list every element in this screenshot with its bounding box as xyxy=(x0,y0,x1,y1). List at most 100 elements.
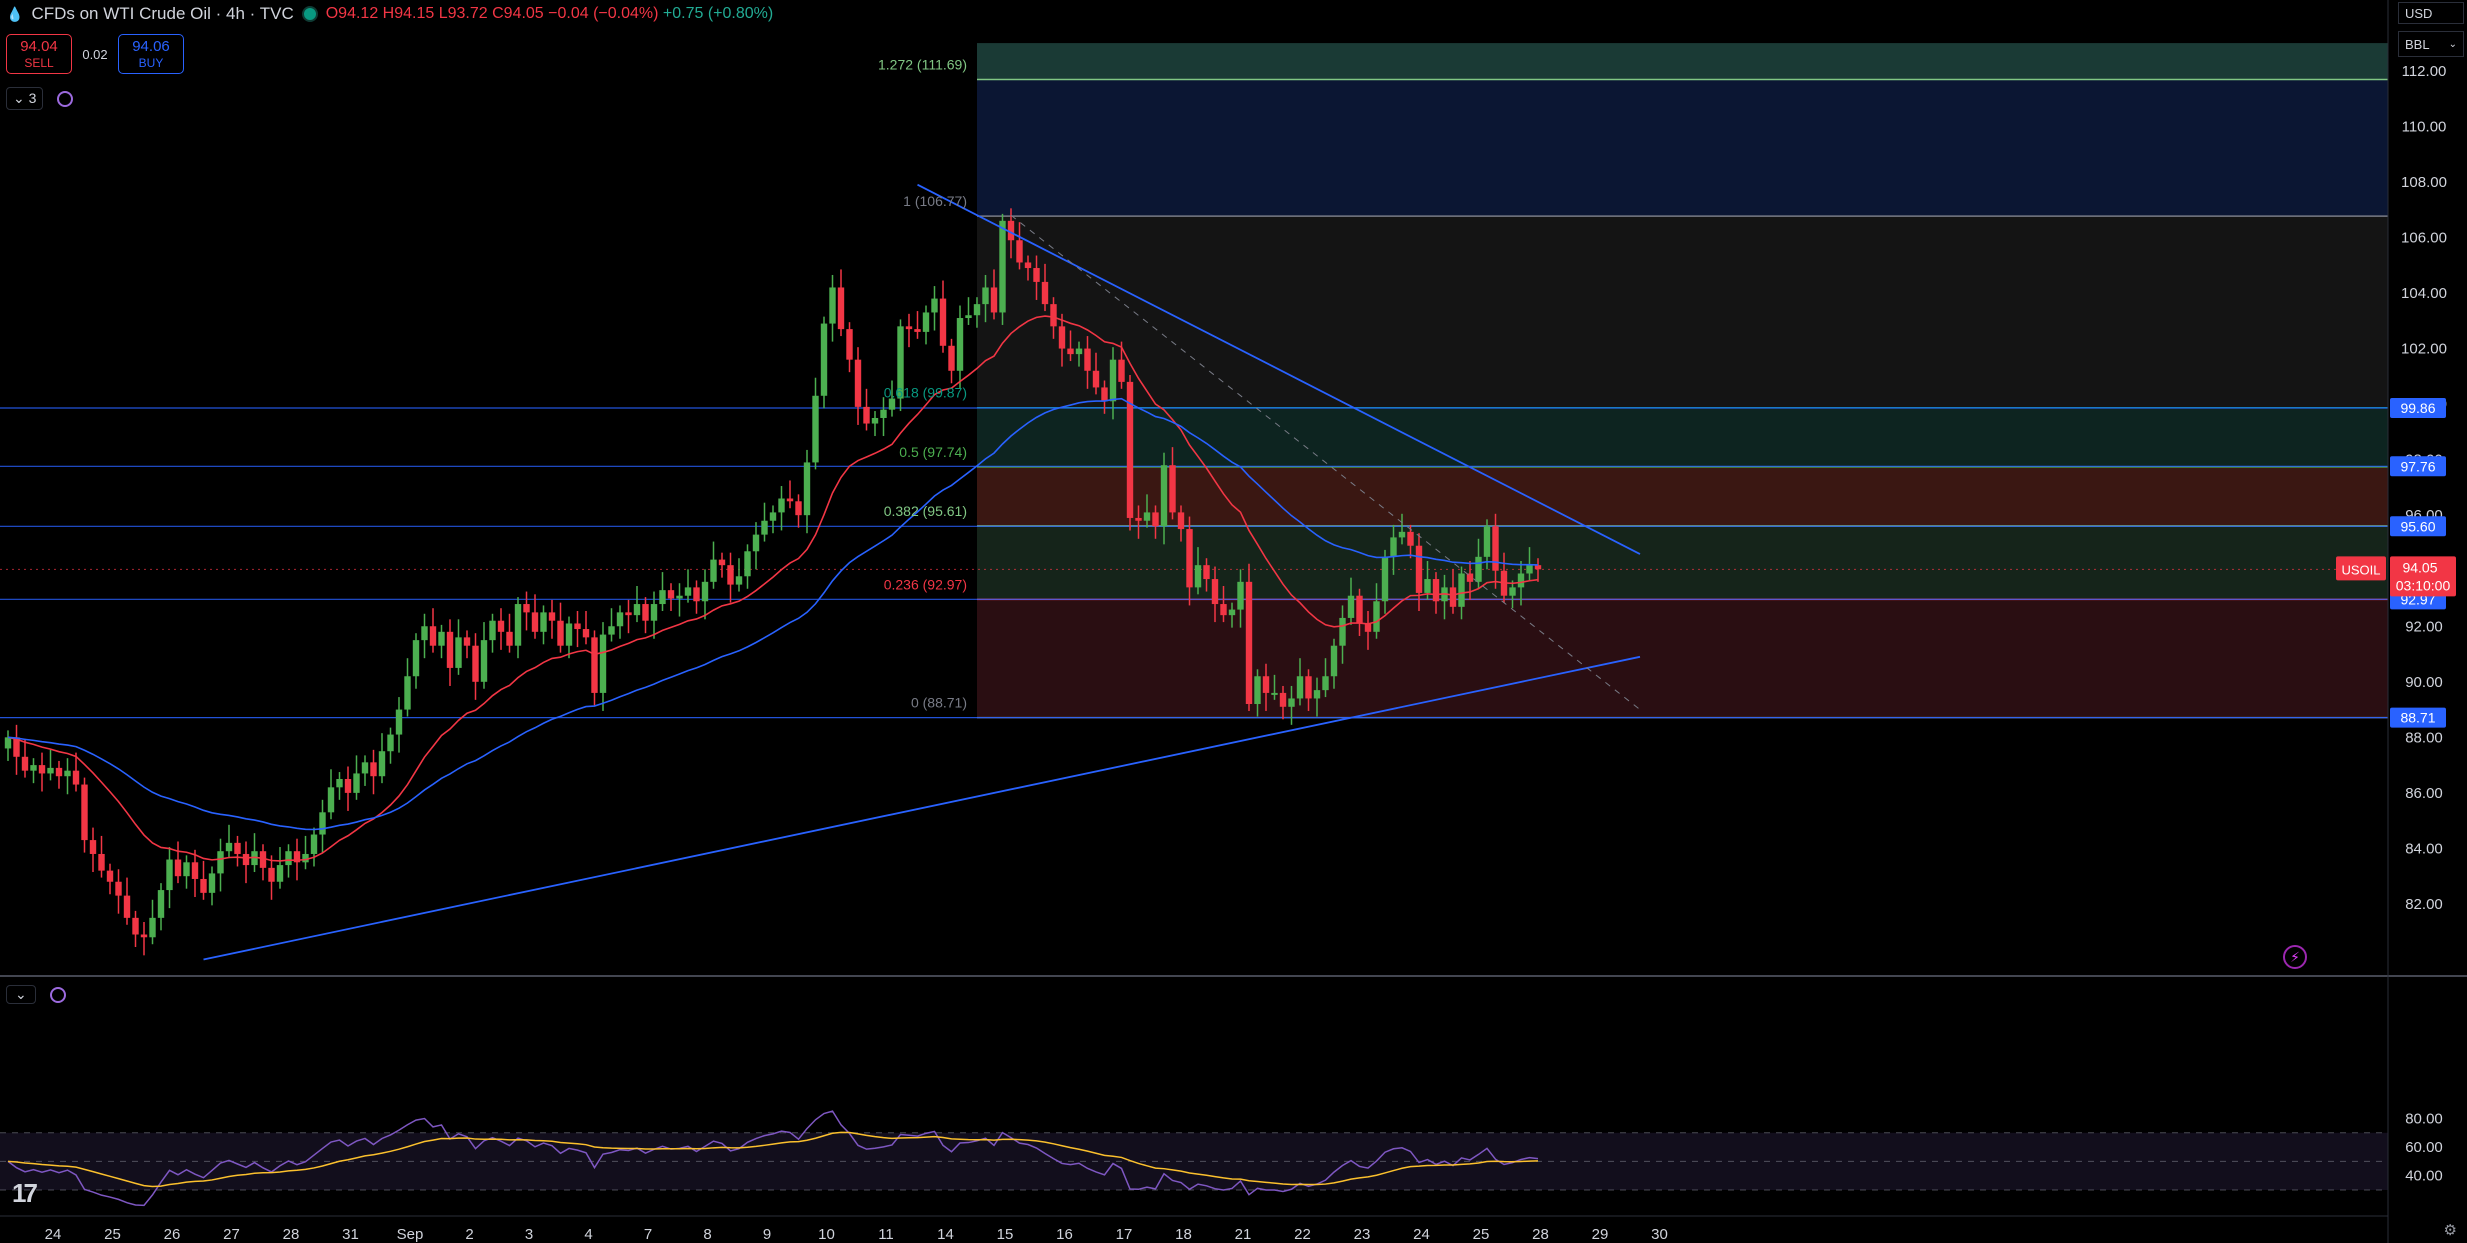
candle-body xyxy=(208,873,216,893)
buy-label: BUY xyxy=(138,56,164,70)
candle-body xyxy=(1237,581,1244,610)
unit-selector[interactable]: BBL ⌄ xyxy=(2398,31,2464,57)
fib-label: 0.382 (95.61) xyxy=(884,503,967,519)
candle-body xyxy=(803,462,811,516)
candle-body xyxy=(336,778,343,788)
candle-body xyxy=(115,881,122,896)
candle-body xyxy=(1458,573,1465,607)
candle-body xyxy=(965,315,972,319)
buy-button[interactable]: 94.06 BUY xyxy=(118,34,184,74)
candle-body xyxy=(463,637,471,646)
time-tick-label: 28 xyxy=(283,1226,300,1243)
tradingview-logo-icon[interactable]: 17 xyxy=(12,1178,38,1209)
candle-body xyxy=(429,626,437,646)
candle-body xyxy=(1135,517,1142,521)
candle-body xyxy=(183,862,190,877)
candle-body xyxy=(846,329,853,360)
candle-body xyxy=(1211,579,1219,605)
indicator-count: 3 xyxy=(28,90,37,106)
candle-body xyxy=(310,834,318,854)
time-tick-label: 24 xyxy=(45,1226,62,1243)
time-tick-label: 4 xyxy=(584,1226,592,1243)
candle-body xyxy=(1075,348,1083,355)
rsi-tick-label: 60.00 xyxy=(2405,1139,2443,1156)
candle-body xyxy=(1356,595,1363,624)
fib-zone xyxy=(977,43,2388,80)
unit-label: BBL xyxy=(2405,37,2430,52)
price-tick-label: 108.00 xyxy=(2401,174,2447,191)
candle-body xyxy=(1092,370,1100,388)
market-open-icon xyxy=(301,6,318,22)
candle-body xyxy=(1228,609,1236,616)
candle-body xyxy=(795,501,802,516)
spread-value: 0.02 xyxy=(82,46,108,62)
candle-body xyxy=(4,737,12,749)
candle-body xyxy=(1033,268,1040,282)
candle-body xyxy=(480,640,488,682)
level-badge-label: 97.76 xyxy=(2400,458,2435,474)
candle-body xyxy=(234,842,241,854)
fib-zone xyxy=(977,407,2388,467)
candle-body xyxy=(650,604,658,621)
fib-zone xyxy=(977,599,2388,718)
candle-body xyxy=(565,623,573,646)
price-tick-label: 106.00 xyxy=(2401,229,2447,246)
candle-body xyxy=(1016,240,1023,263)
candle-body xyxy=(242,853,250,866)
price-tick-label: 104.00 xyxy=(2401,285,2447,302)
candle-body xyxy=(710,559,717,582)
countdown-label: 03:10:00 xyxy=(2396,577,2451,593)
candle-body xyxy=(157,890,165,918)
candle-body xyxy=(514,604,522,646)
candle-body xyxy=(1373,601,1380,632)
candle-body xyxy=(149,917,156,938)
candle-body xyxy=(1254,676,1261,705)
candle-body xyxy=(174,859,182,877)
sell-button[interactable]: 94.04 SELL xyxy=(6,34,72,74)
candle-body xyxy=(1160,465,1168,527)
close-value: C94.05 xyxy=(492,5,544,22)
candle-body xyxy=(191,862,199,879)
buy-price: 94.06 xyxy=(132,38,170,55)
candle-body xyxy=(1143,512,1151,521)
sell-label: SELL xyxy=(24,56,54,70)
candle-body xyxy=(1475,556,1482,582)
candle-body xyxy=(1322,676,1329,691)
lightning-icon[interactable]: ⚡ xyxy=(2283,945,2307,969)
time-tick-label: 8 xyxy=(703,1226,711,1243)
candle-body xyxy=(472,645,479,682)
candle-body xyxy=(812,395,819,463)
fib-label: 1 (106.77) xyxy=(903,193,967,209)
time-tick-label: 30 xyxy=(1651,1226,1668,1243)
candle-body xyxy=(1279,692,1287,707)
candle-body xyxy=(778,498,785,513)
candle-body xyxy=(735,576,743,585)
symbol-title[interactable]: CFDs on WTI Crude Oil · 4h · TVC xyxy=(31,4,293,24)
candle-body xyxy=(1169,465,1176,513)
candle-body xyxy=(64,770,71,777)
candle-body xyxy=(1194,565,1202,588)
refresh-icon[interactable] xyxy=(57,90,74,107)
candle-body xyxy=(166,859,173,891)
gear-icon[interactable]: ⚙ xyxy=(2444,1221,2457,1239)
candle-body xyxy=(47,767,54,774)
candle-body xyxy=(438,631,445,646)
candle-body xyxy=(523,604,530,613)
candle-body xyxy=(786,498,794,502)
candle-body xyxy=(982,287,989,305)
rsi-toggle-row: ⌄ xyxy=(6,985,66,1004)
change-value: −0.04 (−0.04%) xyxy=(548,5,659,22)
candle-body xyxy=(327,787,335,813)
candle-body xyxy=(370,762,377,777)
candle-body xyxy=(854,359,862,407)
candle-body xyxy=(1024,262,1032,269)
indicators-collapse-button[interactable]: ⌄ 3 xyxy=(6,87,44,110)
candle-body xyxy=(905,326,913,330)
candle-body xyxy=(38,765,46,774)
price-chart[interactable]: 1.272 (111.69) 1 (106.77) 0.618 (99.87) 0.5… xyxy=(0,0,2467,1243)
rsi-collapse-button[interactable]: ⌄ xyxy=(6,985,36,1004)
refresh-icon[interactable] xyxy=(49,986,66,1003)
candle-body xyxy=(871,417,879,424)
currency-selector[interactable]: USD xyxy=(2398,2,2464,24)
candle-body xyxy=(276,865,284,882)
